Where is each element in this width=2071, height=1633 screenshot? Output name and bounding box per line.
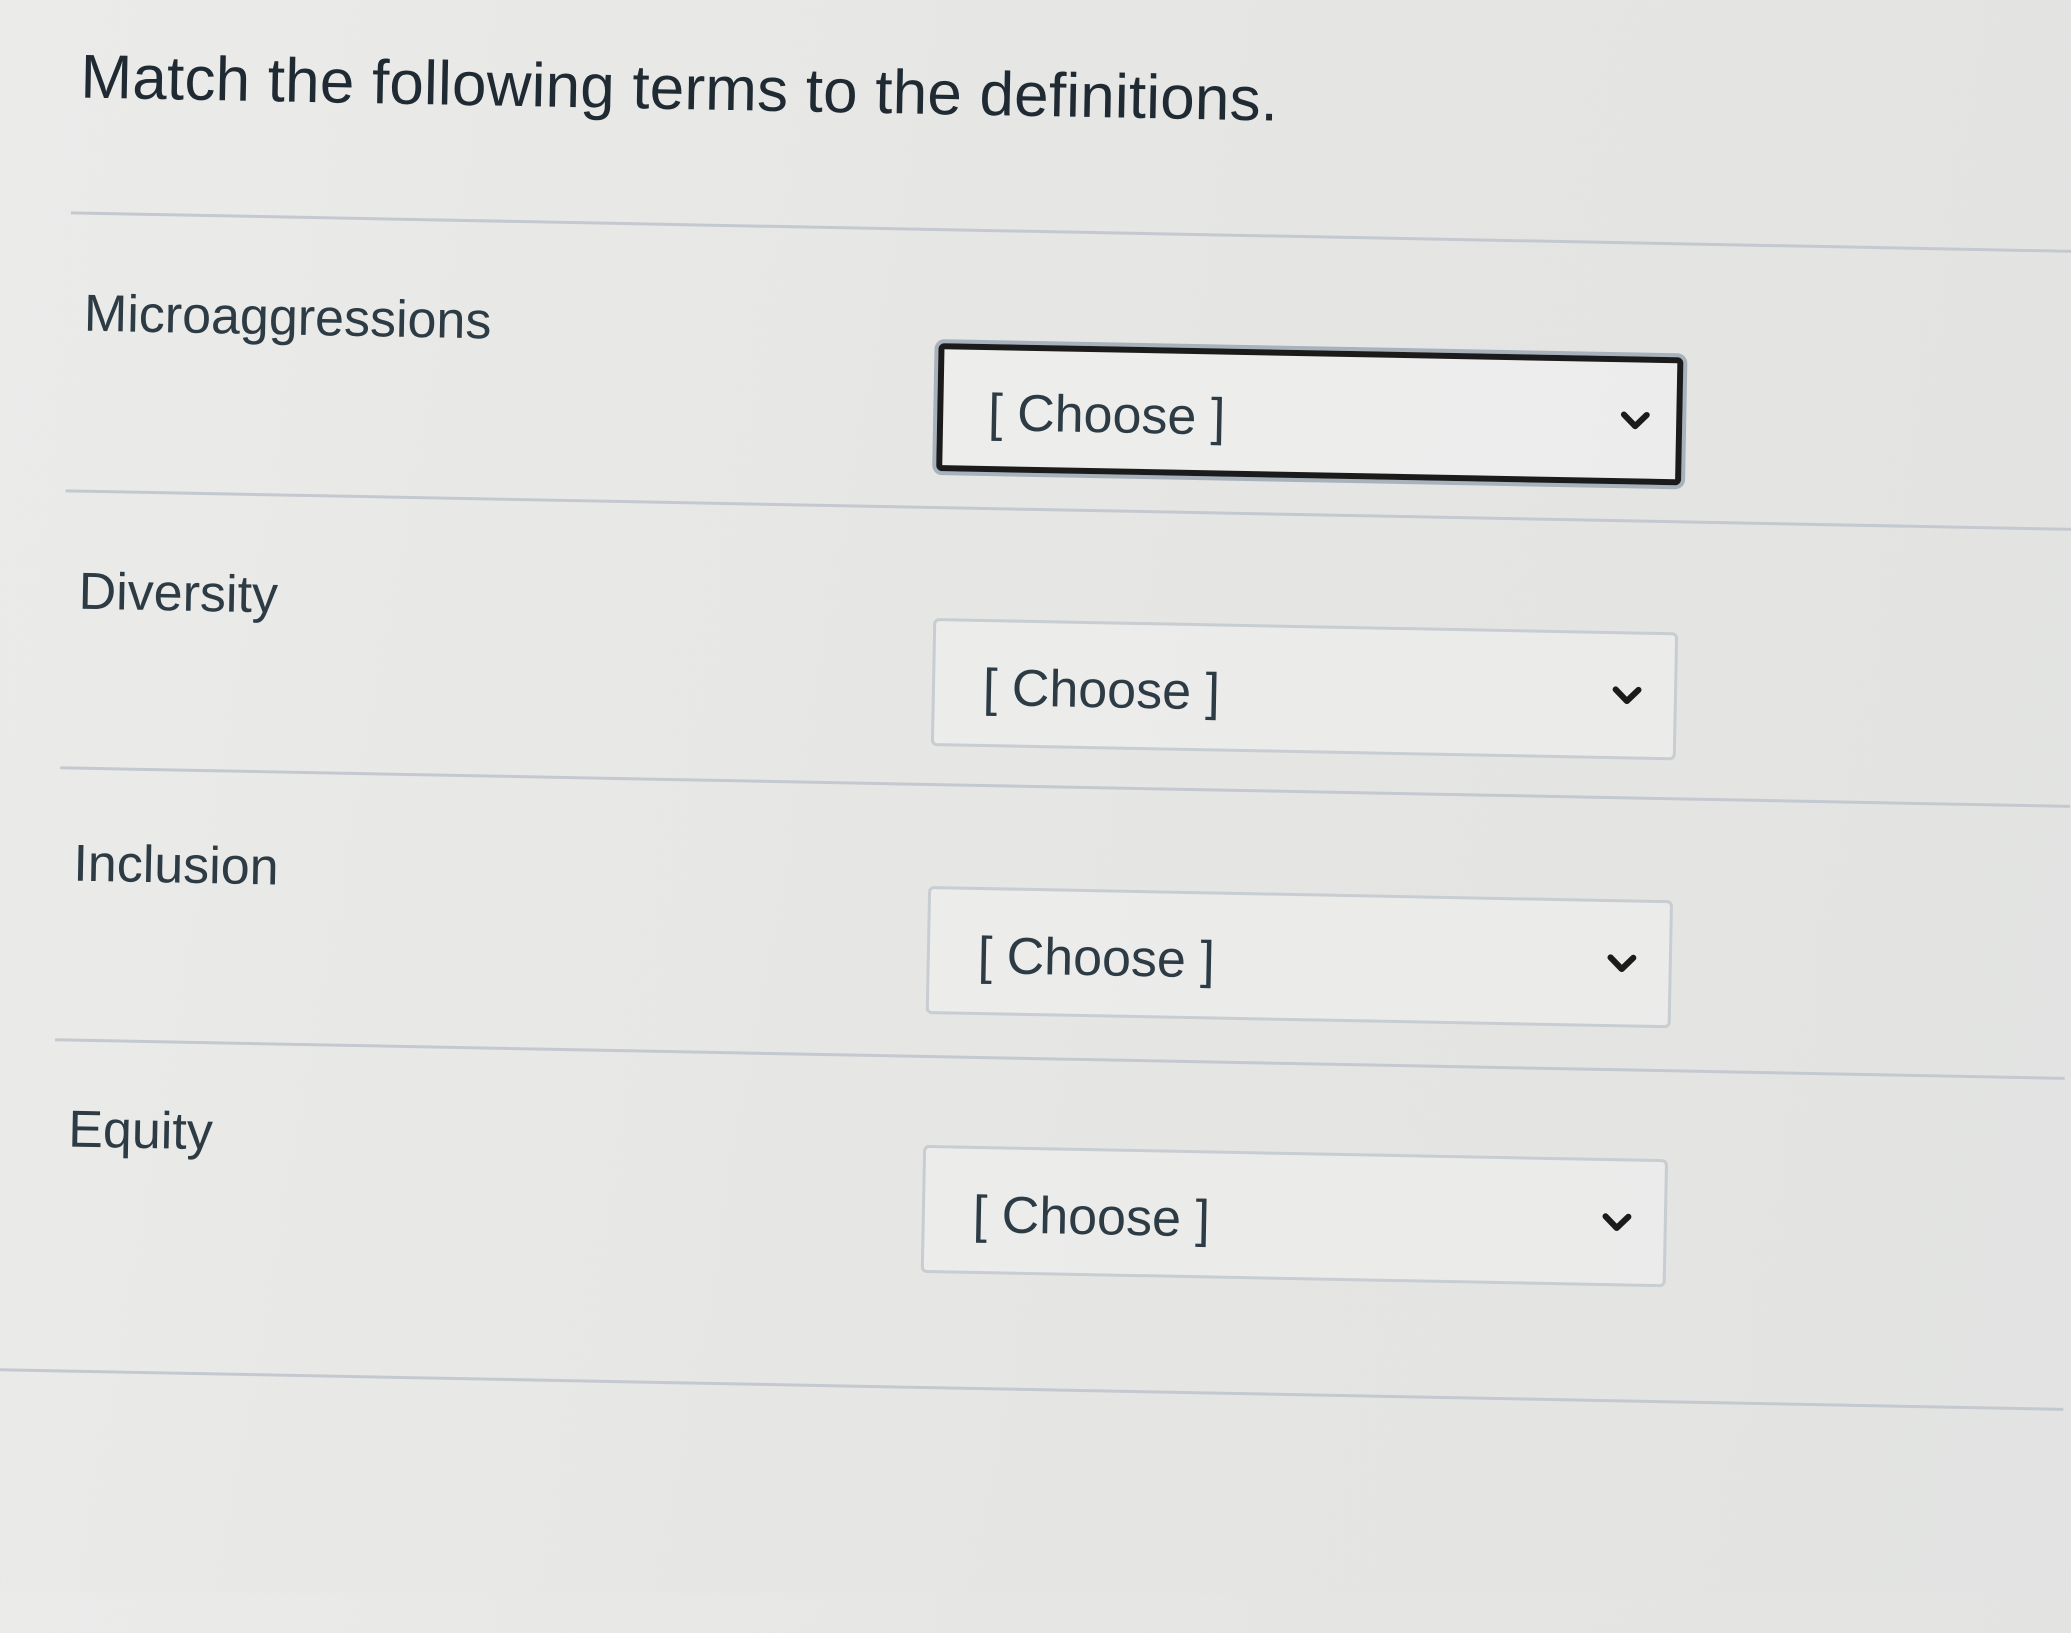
divider [0,1367,2064,1411]
divider [70,211,2071,253]
answer-select-inclusion[interactable]: [ Choose ] [925,885,1674,1029]
chevron-down-icon [1612,686,1642,705]
question-prompt: Match the following terms to the definit… [79,42,1279,135]
chevron-down-icon [1620,411,1650,430]
chevron-down-icon [1602,1213,1632,1232]
divider [60,766,2070,808]
answer-select-microaggressions[interactable]: [ Choose ] [936,343,1684,486]
select-value: [ Choose ] [972,1185,1211,1249]
quiz-question: Match the following terms to the definit… [0,0,2071,1632]
select-value: [ Choose ] [977,926,1216,990]
divider [55,1038,2065,1080]
chevron-down-icon [1607,954,1637,973]
term-label-microaggressions: Microaggressions [83,284,492,351]
divider [65,489,2071,531]
select-value: [ Choose ] [987,384,1226,447]
answer-select-equity[interactable]: [ Choose ] [920,1144,1669,1288]
term-label-inclusion: Inclusion [72,834,280,897]
term-label-equity: Equity [67,1100,214,1162]
term-label-diversity: Diversity [78,562,279,625]
answer-select-diversity[interactable]: [ Choose ] [930,618,1679,761]
select-value: [ Choose ] [982,659,1221,722]
